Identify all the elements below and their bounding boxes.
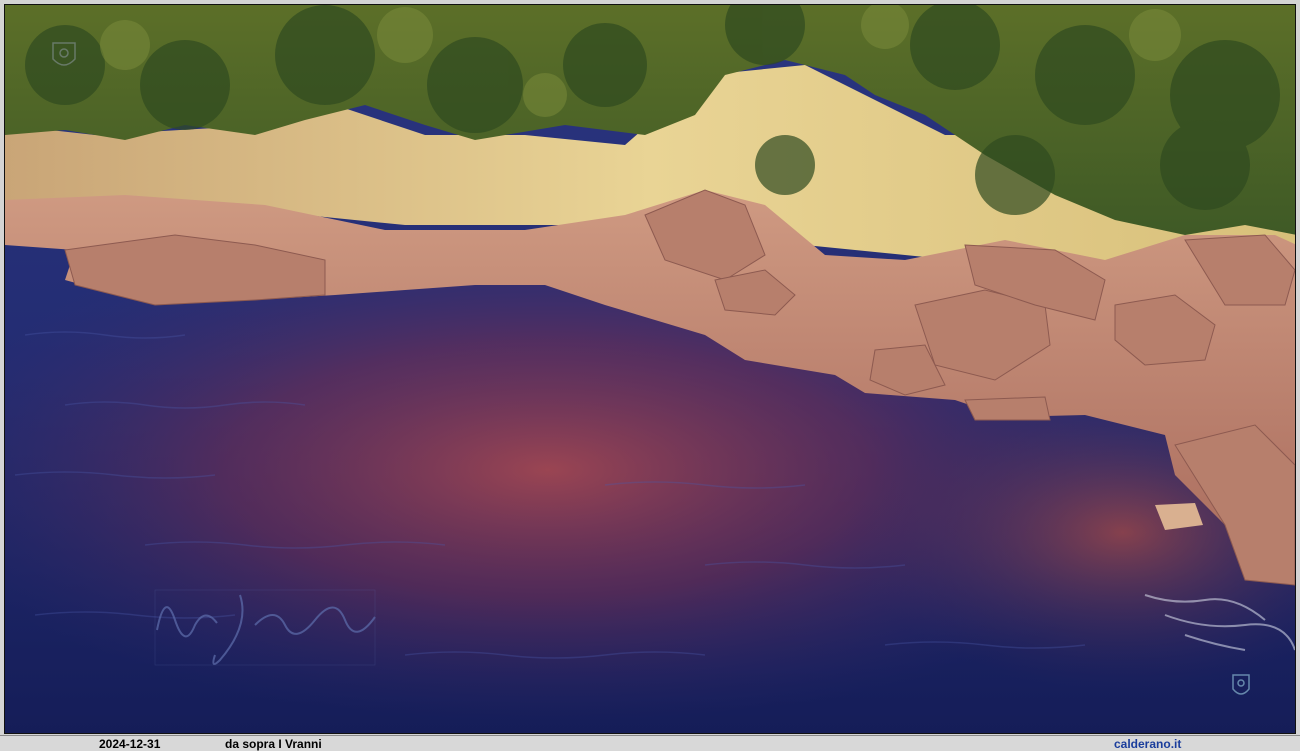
photo-title: da sopra I Vranni (225, 737, 322, 751)
caption-bar: 2024-12-31 da sopra I Vranni calderano.i… (0, 735, 1300, 751)
photo-scene (5, 5, 1295, 733)
coastline-photo (4, 4, 1296, 734)
photo-frame: 2024-12-31 da sopra I Vranni calderano.i… (0, 0, 1300, 751)
site-link[interactable]: calderano.it (1114, 737, 1181, 751)
photo-date: 2024-12-31 (99, 737, 161, 751)
